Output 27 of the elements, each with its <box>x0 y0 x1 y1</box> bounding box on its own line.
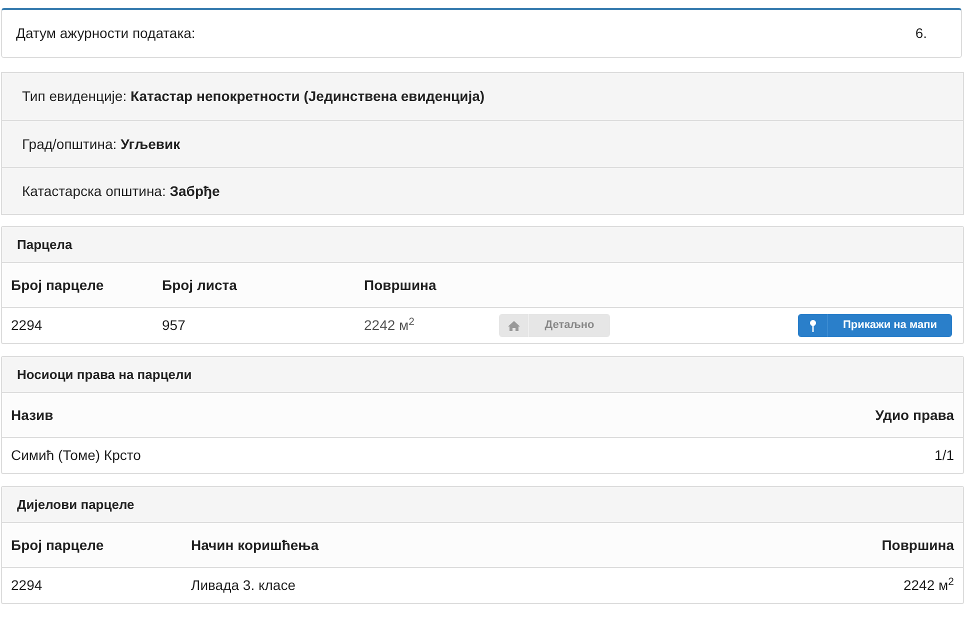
column-header: Удио права <box>874 406 954 425</box>
table-cell-text: 957 <box>162 316 186 335</box>
table-cell-text: Симић (Томе) Крсто <box>11 446 142 465</box>
column-header: Начин коришћења <box>191 536 320 555</box>
section-title: Носиоци права на парцели <box>2 357 963 393</box>
section-title: Парцела <box>2 227 963 263</box>
column-header: Број парцеле <box>11 276 105 295</box>
table-cell-text: 2294 <box>11 316 44 335</box>
update-value: 6. <box>915 24 927 43</box>
info-row-text: Тип евиденције: Катастар непокретности (Јединствена евиденција) <box>21 87 486 106</box>
table-cell-text: 2242 м$^{2}$ <box>364 315 416 335</box>
table-cell-text: 1/1 <box>934 446 954 465</box>
column-header: Назив <box>11 406 54 424</box>
table-cell-text: Ливада 3. класе <box>191 576 297 595</box>
home-icon <box>508 320 520 330</box>
table-cell-text: 2294 <box>11 576 44 595</box>
update-label: Датум ажурности података: <box>16 24 196 43</box>
column-header: Број листа <box>162 276 238 295</box>
map-button[interactable]: Прикажи на мапи <box>798 314 952 337</box>
table-cell-text: 2242 м$^{2}$ <box>902 575 954 595</box>
column-header: Површина <box>364 276 438 295</box>
pin-icon <box>810 320 816 332</box>
info-row: Катастарска општина: Забрђе <box>2 167 963 214</box>
section-title: Дијелови парцеле <box>2 487 963 523</box>
info-row: Град/општина: Угљевик <box>2 120 963 167</box>
column-header: Површина <box>880 536 954 555</box>
column-header: Број парцеле <box>11 536 105 555</box>
